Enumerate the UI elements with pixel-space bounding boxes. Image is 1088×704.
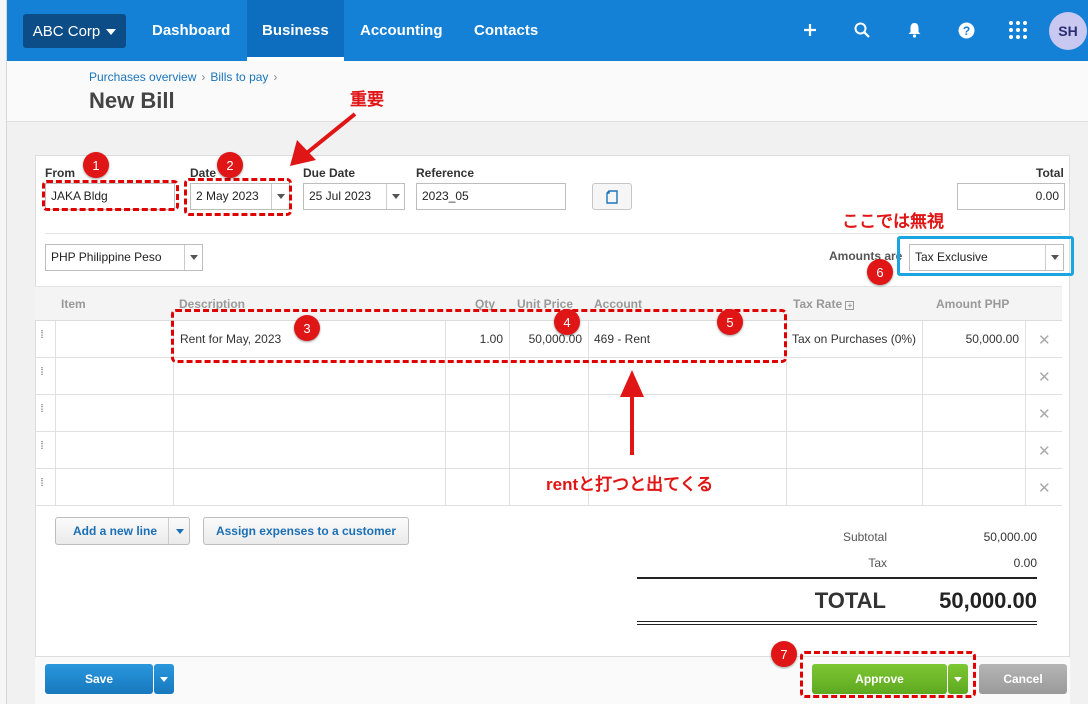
arrow-icon (620, 370, 644, 455)
background-window-edge (0, 0, 7, 704)
arrow-icon (290, 112, 357, 166)
annotation-arrows (290, 112, 644, 455)
